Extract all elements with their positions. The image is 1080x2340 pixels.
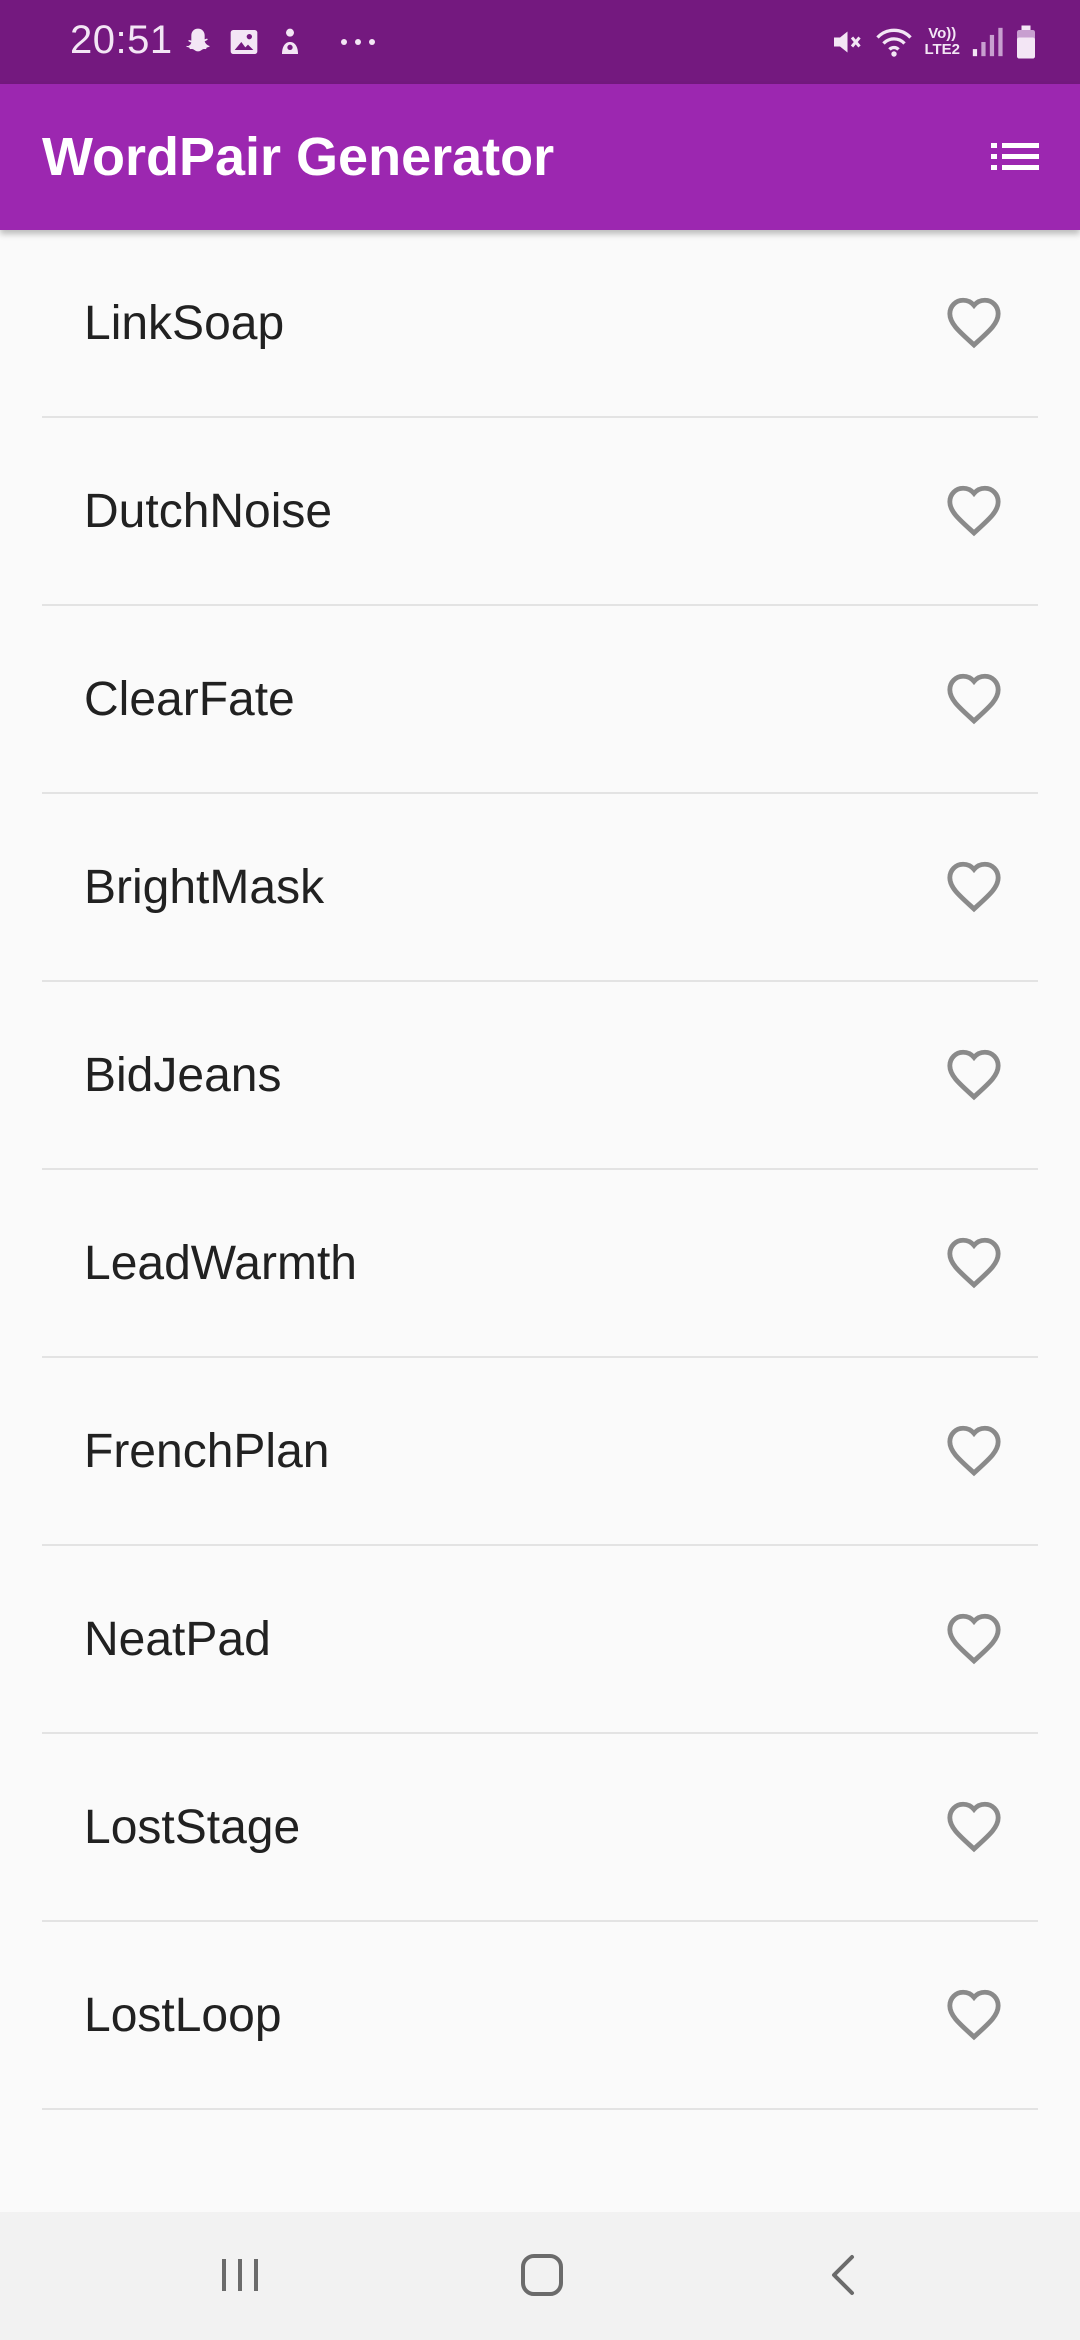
list-item[interactable]: LostLoop — [0, 1922, 1080, 2110]
volte-label-top: Vo)) — [928, 25, 957, 42]
favorite-button[interactable] — [940, 1042, 1008, 1110]
saved-list-button[interactable] — [980, 124, 1050, 194]
favorite-button[interactable] — [940, 1982, 1008, 2050]
wifi-icon — [874, 24, 914, 60]
list-item[interactable]: ClearFate — [0, 606, 1080, 794]
word-pair-label: BidJeans — [84, 1049, 282, 1102]
volte-label-bottom: LTE2 — [924, 41, 960, 58]
back-icon — [824, 2251, 864, 2304]
favorite-button[interactable] — [940, 290, 1008, 358]
more-dots-icon — [338, 36, 378, 48]
list-item[interactable]: NeatPad — [0, 1546, 1080, 1734]
battery-icon — [1014, 24, 1038, 60]
heart-outline-icon — [945, 1423, 1003, 1482]
favorite-button[interactable] — [940, 478, 1008, 546]
favorite-button[interactable] — [940, 1606, 1008, 1674]
home-button[interactable] — [502, 2242, 582, 2312]
signal-icon — [970, 25, 1004, 59]
list-item[interactable]: DutchNoise — [0, 418, 1080, 606]
word-pair-label: BrightMask — [84, 861, 325, 914]
list-icon — [989, 137, 1041, 182]
volte-icon: Vo)) LTE2 — [924, 26, 960, 58]
system-navigation-bar — [0, 2212, 1080, 2340]
word-pair-label: ClearFate — [84, 673, 295, 726]
heart-outline-icon — [945, 1799, 1003, 1858]
favorite-button[interactable] — [940, 1794, 1008, 1862]
list-item[interactable]: LostStage — [0, 1734, 1080, 1922]
word-pair-label: LeadWarmth — [84, 1237, 357, 1290]
heart-outline-icon — [945, 1611, 1003, 1670]
heart-outline-icon — [945, 1235, 1003, 1294]
status-system-icons: Vo)) LTE2 — [828, 18, 1038, 66]
status-notification-icons — [182, 22, 378, 62]
word-pair-label: DutchNoise — [84, 485, 333, 538]
word-pair-label: NeatPad — [84, 1613, 271, 1666]
row-divider — [42, 2108, 1038, 2110]
status-bar: 20:51 Vo)) LTE2 — [0, 0, 1080, 84]
heart-outline-icon — [945, 1987, 1003, 2046]
list-item[interactable]: BrightMask — [0, 794, 1080, 982]
heart-outline-icon — [945, 1047, 1003, 1106]
snapchat-icon — [182, 26, 214, 58]
heart-outline-icon — [945, 483, 1003, 542]
favorite-button[interactable] — [940, 666, 1008, 734]
list-item[interactable]: LinkSoap — [0, 230, 1080, 418]
list-item[interactable]: LeadWarmth — [0, 1170, 1080, 1358]
list-item[interactable]: FrenchPlan — [0, 1358, 1080, 1546]
word-pair-label: LinkSoap — [84, 297, 285, 350]
heart-outline-icon — [945, 295, 1003, 354]
favorite-button[interactable] — [940, 1418, 1008, 1486]
word-pair-label: LostLoop — [84, 1989, 282, 2042]
word-pair-label: LostStage — [84, 1801, 301, 1854]
word-pair-label: FrenchPlan — [84, 1425, 330, 1478]
app-bar: WordPair Generator — [0, 84, 1080, 230]
home-icon — [518, 2251, 566, 2304]
gallery-icon — [228, 26, 260, 58]
status-time: 20:51 — [70, 18, 173, 62]
recents-icon — [218, 2253, 262, 2302]
favorite-button[interactable] — [940, 1230, 1008, 1298]
favorite-button[interactable] — [940, 854, 1008, 922]
list-item[interactable]: BidJeans — [0, 982, 1080, 1170]
heart-outline-icon — [945, 859, 1003, 918]
app-title: WordPair Generator — [42, 127, 555, 187]
recents-button[interactable] — [200, 2242, 280, 2312]
word-pair-list: LinkSoap DutchNoise ClearFate BrightMask… — [0, 230, 1080, 2212]
notification-icon — [274, 26, 306, 58]
back-button[interactable] — [804, 2242, 884, 2312]
heart-outline-icon — [945, 671, 1003, 730]
mute-icon — [828, 24, 864, 60]
